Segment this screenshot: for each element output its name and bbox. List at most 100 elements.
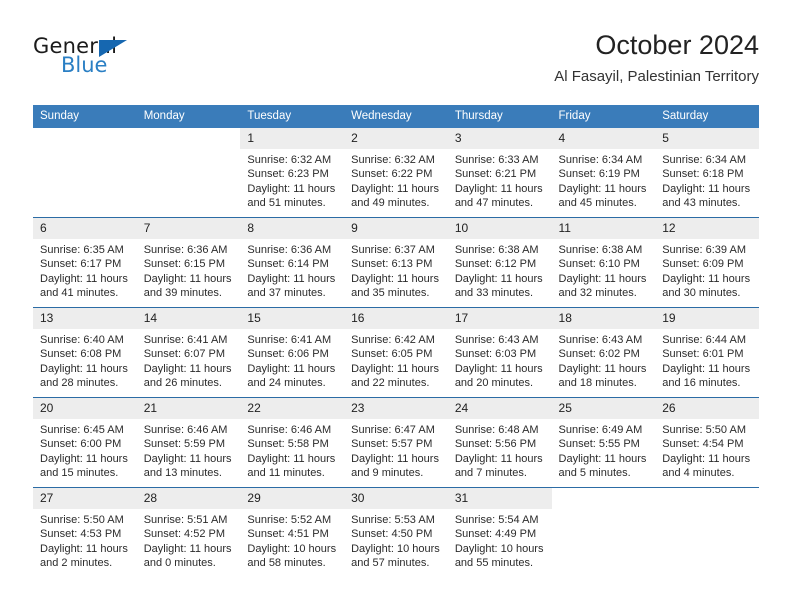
calendar-day-cell[interactable]: 6 Sunrise: 6:35 AM Sunset: 6:17 PM Daylight… [33, 217, 137, 308]
daylight-text-cont: and 9 minutes. [351, 467, 424, 480]
calendar-day-cell[interactable]: 23 Sunrise: 6:47 AM Sunset: 5:57 PM Dayligh… [344, 397, 448, 488]
day-sun-info: Sunrise: 5:51 AM Sunset: 4:52 PM Daylight:… [137, 509, 241, 571]
calendar-cell-empty [655, 487, 759, 577]
sunrise-text: Sunrise: 6:47 AM [351, 424, 435, 436]
daylight-text: Daylight: 11 hours [143, 452, 232, 465]
day-sun-info: Sunrise: 6:43 AM Sunset: 6:02 PM Daylight:… [552, 329, 656, 391]
sunrise-text: Sunrise: 6:46 AM [247, 424, 332, 436]
calendar-day-cell[interactable]: 30 Sunrise: 5:53 AM Sunset: 4:50 PM Dayligh… [344, 487, 448, 577]
calendar-day-cell[interactable]: 1 Sunrise: 6:32 AM Sunset: 6:23 PM Daylight… [240, 128, 345, 218]
sunset-text: Sunset: 6:21 PM [454, 168, 537, 181]
daylight-text: Daylight: 11 hours [40, 272, 128, 285]
day-sun-info: Sunrise: 6:46 AM Sunset: 5:58 PM Daylight:… [240, 419, 344, 481]
day-sun-info: Sunrise: 6:39 AM Sunset: 6:09 PM Daylight:… [655, 239, 759, 301]
calendar-day-cell[interactable]: 19 Sunrise: 6:44 AM Sunset: 6:01 PM Dayligh… [655, 307, 759, 398]
daylight-text-cont: and 26 minutes. [143, 377, 222, 390]
calendar-day-cell[interactable]: 31 Sunrise: 5:54 AM Sunset: 4:49 PM Dayligh… [447, 487, 552, 577]
day-number: 14 [136, 308, 241, 329]
daylight-text-cont: and 18 minutes. [558, 377, 637, 390]
day-number: 9 [344, 218, 448, 239]
day-sun-info: Sunrise: 6:45 AM Sunset: 6:00 PM Daylight:… [33, 419, 137, 481]
calendar-day-cell[interactable]: 24 Sunrise: 6:48 AM Sunset: 5:56 PM Dayligh… [447, 397, 552, 488]
sunrise-text: Sunrise: 6:36 AM [143, 244, 228, 256]
calendar-day-cell[interactable]: 25 Sunrise: 6:49 AM Sunset: 5:55 PM Dayligh… [551, 397, 656, 488]
calendar-day-cell[interactable]: 18 Sunrise: 6:43 AM Sunset: 6:02 PM Dayligh… [551, 307, 656, 398]
calendar-cell-inner: 5 Sunrise: 6:34 AM Sunset: 6:18 PM Daylight… [655, 128, 759, 217]
day-number: 2 [344, 128, 448, 149]
daylight-text: Daylight: 11 hours [662, 362, 751, 375]
calendar-cell-inner: 22 Sunrise: 6:46 AM Sunset: 5:58 PM Dayligh… [240, 398, 345, 487]
day-sun-info: Sunrise: 6:36 AM Sunset: 6:15 PM Daylight:… [137, 239, 241, 301]
sunset-text: Sunset: 6:02 PM [558, 348, 640, 361]
calendar-cell-inner: 14 Sunrise: 6:41 AM Sunset: 6:07 PM Dayligh… [136, 308, 241, 397]
daylight-text-cont: and 32 minutes. [558, 287, 637, 300]
daylight-text-cont: and 58 minutes. [247, 557, 326, 570]
calendar-day-cell[interactable]: 27 Sunrise: 5:50 AM Sunset: 4:53 PM Dayligh… [33, 487, 137, 577]
daylight-text: Daylight: 11 hours [40, 362, 128, 375]
calendar-cell-inner: 15 Sunrise: 6:41 AM Sunset: 6:06 PM Dayligh… [240, 308, 345, 397]
day-number: 28 [136, 488, 241, 509]
calendar-day-cell[interactable]: 11 Sunrise: 6:38 AM Sunset: 6:10 PM Dayligh… [551, 217, 656, 308]
calendar-day-cell[interactable]: 14 Sunrise: 6:41 AM Sunset: 6:07 PM Dayligh… [136, 307, 241, 398]
calendar-cell-inner: 27 Sunrise: 5:50 AM Sunset: 4:53 PM Dayligh… [33, 488, 137, 577]
day-sun-info: Sunrise: 5:54 AM Sunset: 4:49 PM Daylight:… [448, 509, 552, 571]
sunrise-text: Sunrise: 6:48 AM [454, 424, 539, 436]
calendar-day-cell[interactable]: 9 Sunrise: 6:37 AM Sunset: 6:13 PM Daylight… [344, 217, 448, 308]
sunset-text: Sunset: 5:55 PM [558, 438, 640, 451]
daylight-text-cont: and 2 minutes. [40, 557, 113, 570]
sunset-text: Sunset: 4:52 PM [143, 528, 226, 541]
daylight-text-cont: and 7 minutes. [454, 467, 527, 480]
day-number: 30 [344, 488, 448, 509]
daylight-text: Daylight: 11 hours [558, 452, 647, 465]
daylight-text-cont: and 51 minutes. [247, 197, 326, 210]
sunset-text: Sunset: 6:23 PM [247, 168, 329, 181]
day-number: 20 [33, 398, 137, 419]
calendar-day-cell[interactable]: 3 Sunrise: 6:33 AM Sunset: 6:21 PM Daylight… [447, 128, 552, 218]
calendar-day-cell[interactable]: 22 Sunrise: 6:46 AM Sunset: 5:58 PM Dayligh… [240, 397, 345, 488]
calendar-day-cell[interactable]: 8 Sunrise: 6:36 AM Sunset: 6:14 PM Daylight… [240, 217, 345, 308]
day-sun-info: Sunrise: 6:49 AM Sunset: 5:55 PM Daylight:… [552, 419, 656, 481]
sunrise-text: Sunrise: 6:43 AM [454, 334, 539, 346]
calendar-day-cell[interactable]: 28 Sunrise: 5:51 AM Sunset: 4:52 PM Dayligh… [136, 487, 241, 577]
calendar-day-cell[interactable]: 20 Sunrise: 6:45 AM Sunset: 6:00 PM Dayligh… [33, 397, 137, 488]
calendar-day-cell[interactable]: 15 Sunrise: 6:41 AM Sunset: 6:06 PM Dayligh… [240, 307, 345, 398]
sunrise-text: Sunrise: 5:54 AM [454, 514, 539, 526]
day-number: 25 [551, 398, 656, 419]
day-number: 5 [655, 128, 759, 149]
sunrise-text: Sunrise: 6:41 AM [143, 334, 228, 346]
day-sun-info: Sunrise: 6:32 AM Sunset: 6:22 PM Daylight:… [344, 149, 448, 211]
day-sun-info [552, 509, 656, 513]
sunrise-text: Sunrise: 6:34 AM [662, 154, 746, 166]
calendar-body: 1 Sunrise: 6:32 AM Sunset: 6:23 PM Daylight… [33, 128, 759, 577]
sunrise-text: Sunrise: 6:38 AM [454, 244, 539, 256]
daylight-text: Daylight: 11 hours [558, 182, 647, 195]
calendar-cell-inner: 19 Sunrise: 6:44 AM Sunset: 6:01 PM Dayligh… [655, 308, 759, 397]
sunrise-text: Sunrise: 6:43 AM [558, 334, 643, 346]
sunset-text: Sunset: 4:50 PM [351, 528, 433, 541]
day-sun-info: Sunrise: 5:50 AM Sunset: 4:53 PM Daylight:… [33, 509, 137, 571]
calendar-day-cell[interactable]: 12 Sunrise: 6:39 AM Sunset: 6:09 PM Dayligh… [655, 217, 759, 308]
day-number: 6 [33, 218, 137, 239]
calendar-day-cell[interactable]: 5 Sunrise: 6:34 AM Sunset: 6:18 PM Daylight… [655, 128, 759, 218]
calendar-day-cell[interactable]: 13 Sunrise: 6:40 AM Sunset: 6:08 PM Dayligh… [33, 307, 137, 398]
calendar-day-cell[interactable]: 2 Sunrise: 6:32 AM Sunset: 6:22 PM Daylight… [344, 128, 448, 218]
day-number: 15 [240, 308, 345, 329]
calendar-day-cell[interactable]: 17 Sunrise: 6:43 AM Sunset: 6:03 PM Dayligh… [447, 307, 552, 398]
calendar-cell-empty [551, 487, 656, 577]
calendar-day-cell[interactable]: 7 Sunrise: 6:36 AM Sunset: 6:15 PM Daylight… [136, 217, 241, 308]
calendar-day-cell[interactable]: 29 Sunrise: 5:52 AM Sunset: 4:51 PM Dayligh… [240, 487, 345, 577]
general-blue-logo[interactable]: General Blue [33, 34, 233, 90]
calendar-cell-inner: 8 Sunrise: 6:36 AM Sunset: 6:14 PM Daylight… [240, 218, 345, 307]
sunset-text: Sunset: 6:12 PM [454, 258, 537, 271]
calendar-cell-inner [551, 488, 656, 577]
calendar-day-cell[interactable]: 16 Sunrise: 6:42 AM Sunset: 6:05 PM Dayligh… [344, 307, 448, 398]
calendar-day-cell[interactable]: 26 Sunrise: 5:50 AM Sunset: 4:54 PM Dayligh… [655, 397, 759, 488]
calendar-day-cell[interactable]: 10 Sunrise: 6:38 AM Sunset: 6:12 PM Dayligh… [447, 217, 552, 308]
calendar-day-cell[interactable]: 4 Sunrise: 6:34 AM Sunset: 6:19 PM Daylight… [551, 128, 656, 218]
calendar-table: Sunday Monday Tuesday Wednesday Thursday… [33, 105, 759, 577]
sunset-text: Sunset: 5:57 PM [351, 438, 433, 451]
calendar-cell-inner: 11 Sunrise: 6:38 AM Sunset: 6:10 PM Dayligh… [551, 218, 656, 307]
day-sun-info: Sunrise: 6:36 AM Sunset: 6:14 PM Daylight:… [240, 239, 344, 301]
calendar-day-cell[interactable]: 21 Sunrise: 6:46 AM Sunset: 5:59 PM Dayligh… [136, 397, 241, 488]
daylight-text: Daylight: 11 hours [40, 542, 128, 555]
